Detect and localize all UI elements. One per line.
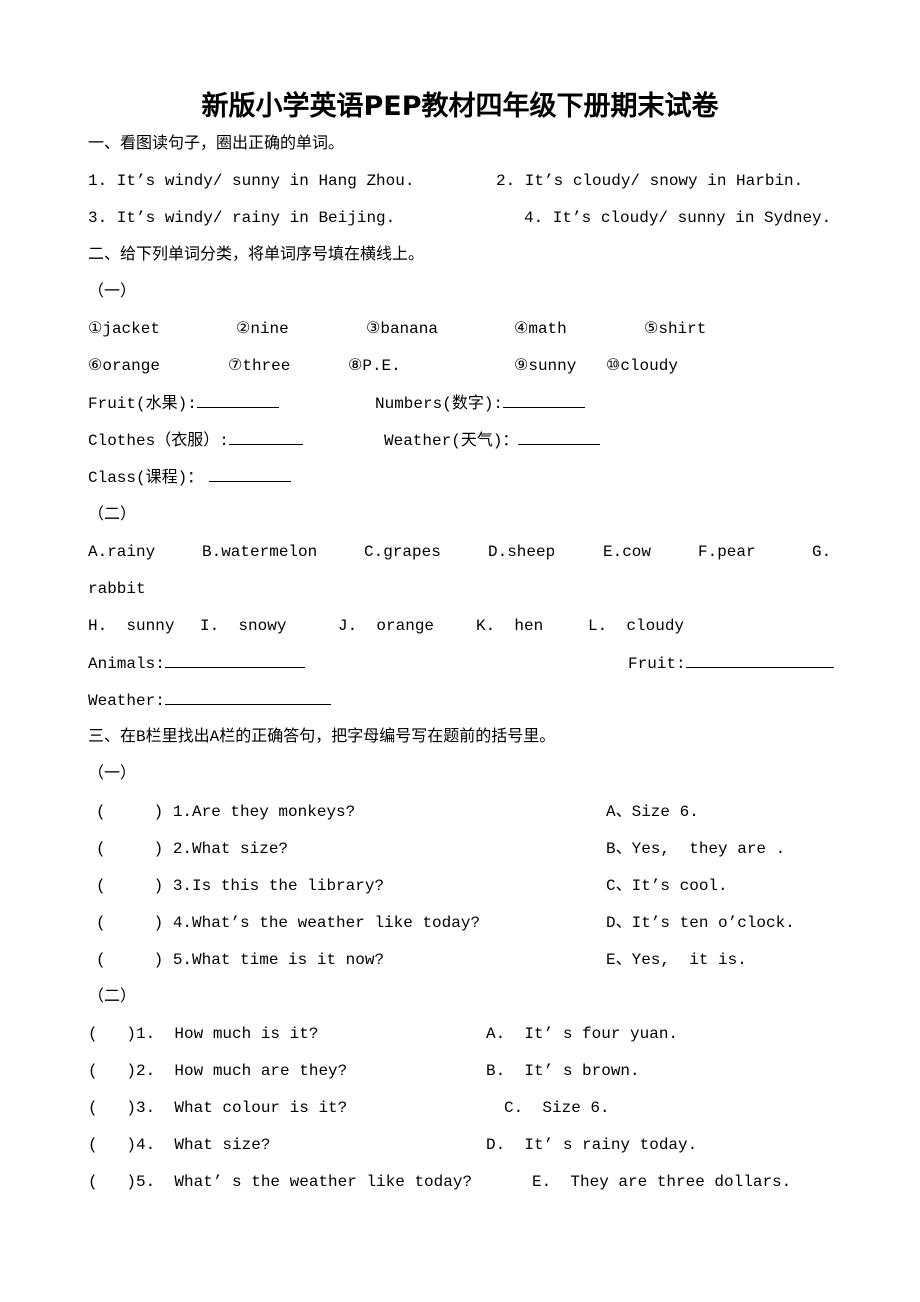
- question-item: ( ) 5.What time is it now?: [96, 951, 385, 969]
- word-item: ⑦three: [228, 357, 291, 375]
- word-item: ①jacket: [88, 320, 160, 338]
- category-fruit: Fruit(水果):: [88, 393, 279, 414]
- section1-item: 2. It’s cloudy/ snowy in Harbin.: [496, 172, 804, 190]
- word-item: A.rainy: [88, 543, 156, 561]
- question-item: ( )2. How much are they?: [88, 1062, 348, 1080]
- question-item: ( )3. What colour is it?: [88, 1099, 348, 1117]
- section2-part2-label: （二）: [88, 506, 137, 524]
- exam-page: 新版小学英语PEP教材四年级下册期末试卷 一、看图读句子，圈出正确的单词。 1.…: [0, 0, 920, 1302]
- category-label: Class(课程)：: [88, 469, 204, 487]
- word-item: I. snowy: [200, 617, 287, 635]
- category-label: Weather(天气)：: [384, 432, 519, 450]
- answer-blank[interactable]: [164, 653, 305, 668]
- word-item: D.sheep: [488, 543, 556, 561]
- word-item: E.cow: [603, 543, 652, 561]
- question-item: ( )1. How much is it?: [88, 1025, 319, 1043]
- word-item: ⑨sunny: [514, 357, 577, 375]
- category-clothes: Clothes（衣服）:: [88, 430, 303, 451]
- category-label: Fruit:: [628, 655, 686, 673]
- word-item: K. hen: [476, 617, 544, 635]
- word-item: ⑧P.E.: [348, 357, 401, 375]
- word-item: ⑤shirt: [644, 320, 707, 338]
- section3-part1-label: （一）: [88, 765, 137, 783]
- category-numbers: Numbers(数字):: [375, 393, 586, 414]
- word-item: ⑥orange: [88, 357, 160, 375]
- answer-blank[interactable]: [518, 430, 601, 445]
- answer-blank[interactable]: [209, 467, 292, 482]
- question-item: ( ) 1.Are they monkeys?: [96, 803, 356, 821]
- word-item: H. sunny: [88, 617, 175, 635]
- answer-item: E. They are three dollars.: [532, 1173, 792, 1191]
- section1-item: 3. It’s windy/ rainy in Beijing.: [88, 209, 396, 227]
- category-weather2: Weather:: [88, 690, 331, 711]
- question-item: ( ) 3.Is this the library?: [96, 877, 385, 895]
- word-item: G.: [812, 543, 832, 561]
- exam-title: 新版小学英语PEP教材四年级下册期末试卷: [201, 91, 719, 122]
- word-item: ⑩cloudy: [606, 357, 678, 375]
- section1-item: 4. It’s cloudy/ sunny in Sydney.: [524, 209, 832, 227]
- question-item: ( )4. What size?: [88, 1136, 271, 1154]
- section3-heading: 三、在B栏里找出A栏的正确答句，把字母编号写在题前的括号里。: [88, 728, 556, 746]
- answer-blank[interactable]: [228, 430, 303, 445]
- word-item: rabbit: [88, 580, 146, 598]
- word-item: ②nine: [236, 320, 289, 338]
- question-item: ( )5. What’ s the weather like today?: [88, 1173, 473, 1191]
- category-animals: Animals:: [88, 653, 305, 674]
- section2-heading: 二、给下列单词分类，将单词序号填在横线上。: [88, 246, 425, 264]
- word-item: B.watermelon: [202, 543, 318, 561]
- section2-part1-label: （一）: [88, 283, 137, 301]
- question-item: ( ) 2.What size?: [96, 840, 289, 858]
- category-label: Animals:: [88, 655, 165, 673]
- answer-item: B. It’ s brown.: [486, 1062, 640, 1080]
- answer-item: E、Yes, it is.: [606, 951, 747, 969]
- answer-item: C、It’s cool.: [606, 877, 728, 895]
- answer-item: A. It’ s four yuan.: [486, 1025, 679, 1043]
- section1-item: 1. It’s windy/ sunny in Hang Zhou.: [88, 172, 415, 190]
- answer-item: C. Size 6.: [504, 1099, 610, 1117]
- section1-heading: 一、看图读句子，圈出正确的单词。: [88, 135, 345, 153]
- answer-item: D、It’s ten o’clock.: [606, 914, 795, 932]
- category-fruit2: Fruit:: [628, 653, 834, 674]
- category-weather: Weather(天气)：: [384, 430, 601, 451]
- category-class: Class(课程)：: [88, 467, 292, 488]
- word-item: C.grapes: [364, 543, 441, 561]
- question-item: ( ) 4.What’s the weather like today?: [96, 914, 481, 932]
- category-label: Weather:: [88, 692, 165, 710]
- answer-item: A、Size 6.: [606, 803, 699, 821]
- answer-blank[interactable]: [685, 653, 834, 668]
- category-label: Clothes（衣服）:: [88, 432, 229, 450]
- answer-item: B、Yes, they are .: [606, 840, 786, 858]
- category-label: Numbers(数字):: [375, 395, 504, 413]
- answer-blank[interactable]: [503, 393, 586, 408]
- answer-blank[interactable]: [196, 393, 279, 408]
- word-item: F.pear: [698, 543, 756, 561]
- word-item: ④math: [514, 320, 567, 338]
- answer-blank[interactable]: [164, 690, 331, 705]
- word-item: L. cloudy: [588, 617, 685, 635]
- word-item: ③banana: [366, 320, 438, 338]
- section3-part2-label: （二）: [88, 988, 137, 1006]
- word-item: J. orange: [338, 617, 435, 635]
- category-label: Fruit(水果):: [88, 395, 197, 413]
- answer-item: D. It’ s rainy today.: [486, 1136, 698, 1154]
